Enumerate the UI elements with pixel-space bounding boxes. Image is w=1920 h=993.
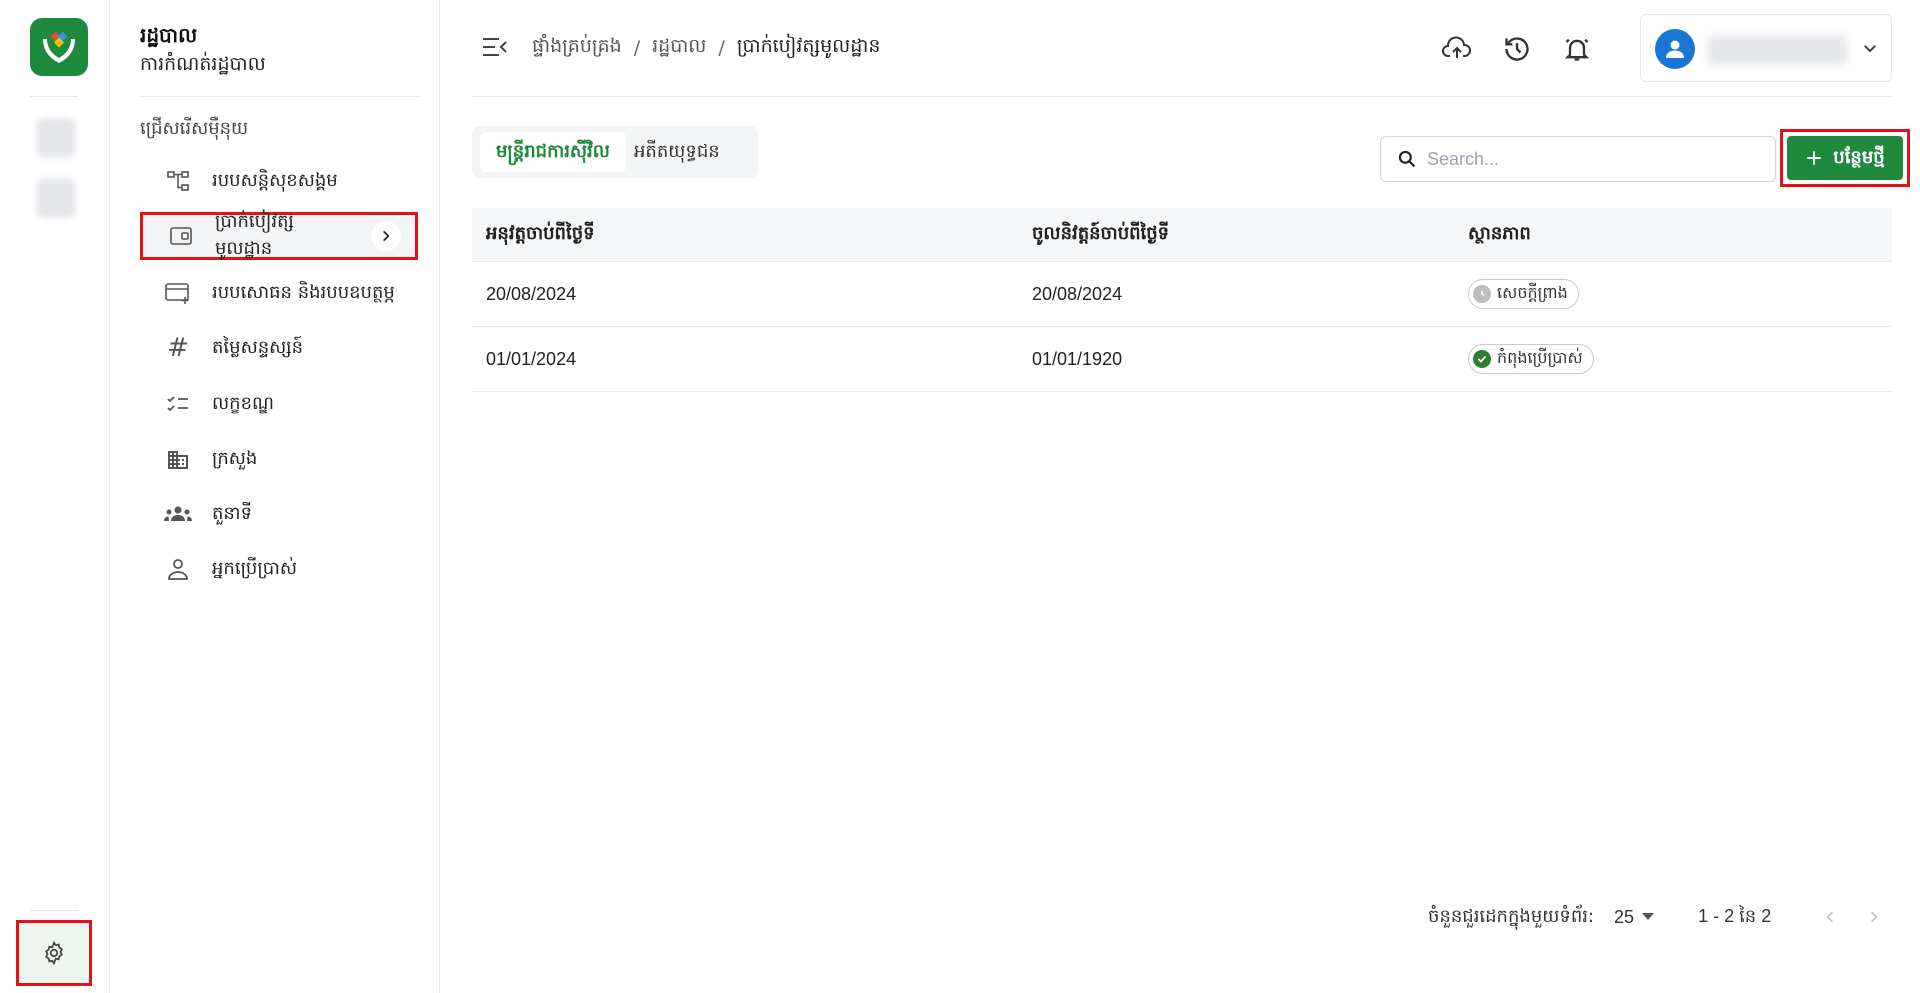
group-icon — [164, 500, 192, 528]
sidebar-item-index-value[interactable]: # តម្លៃសន្ទស្សន៍ — [140, 324, 418, 372]
prev-page-button[interactable] — [1815, 902, 1845, 932]
cell-retire-from: 01/01/1920 — [1032, 348, 1123, 369]
sidebar-item-label: លក្ខខណ្ឌ — [212, 392, 274, 414]
hierarchy-icon — [164, 167, 192, 195]
table-header: អនុវត្តចាប់ពីថ្ងៃទី ចូលនិវត្តន៍ចាប់ពីថ្ង… — [472, 208, 1892, 262]
status-label: សេចក្តីព្រាង — [1497, 283, 1568, 302]
rail-divider — [30, 96, 78, 97]
sidebar-item-social-security[interactable]: របបសន្តិសុខសង្គម — [140, 157, 418, 205]
wallet-icon — [167, 222, 195, 250]
cloud-upload-button[interactable] — [1442, 34, 1472, 64]
column-header-status[interactable]: ស្ថានភាព — [1468, 221, 1531, 248]
rail-item-blurred[interactable] — [36, 178, 76, 218]
table-row[interactable]: 01/01/2024 01/01/1920 កំពុងប្រើប្រាស់ — [472, 327, 1892, 392]
breadcrumb-current: ប្រាក់បៀវត្សមូលដ្ឋាន — [736, 35, 881, 57]
chevron-right-icon — [1871, 911, 1878, 923]
rail-item-blurred[interactable] — [36, 118, 76, 158]
pagination: ចំនួនជួរដេកក្នុងមួយទំព័រ: 25 1 - 2 នៃ 2 — [1428, 902, 1903, 932]
sidebar-item-label: របបសន្តិសុខសង្គម — [212, 169, 338, 191]
sidebar-item-label: តម្លៃសន្ទស្សន៍ — [212, 336, 304, 358]
tab-civil-servants[interactable]: មន្ត្រីរាជការស៊ីវិល — [480, 132, 626, 172]
breadcrumb-admin[interactable]: រដ្ឋបាល — [652, 34, 706, 62]
user-avatar-icon — [1666, 40, 1684, 58]
breadcrumb-separator: / — [633, 37, 641, 59]
status-badge: កំពុងប្រើប្រាស់ — [1468, 344, 1594, 374]
sidebar-item-conditions[interactable]: លក្ខខណ្ឌ — [140, 380, 418, 428]
app-rail — [0, 0, 110, 993]
sidebar-item-pension[interactable]: របបសោធន និងរបបឧបត្ថម្ភ — [140, 269, 418, 317]
menu-collapse-button[interactable] — [482, 36, 508, 58]
sidebar-title: រដ្ឋបាល — [140, 23, 198, 47]
top-header: ផ្ទាំងគ្រប់គ្រង / រដ្ឋបាល / ប្រាក់បៀវត្ស… — [472, 0, 1892, 97]
sidebar-item-label: របបសោធន និងរបបឧបត្ថម្ភ — [212, 281, 395, 303]
sidebar-item-users[interactable]: អ្នកប្រើប្រាស់ — [140, 545, 418, 593]
chevron-left-icon — [1826, 911, 1834, 923]
breadcrumb-separator: / — [718, 37, 725, 59]
cell-apply-from: 01/01/2024 — [486, 348, 577, 369]
search-input[interactable] — [1427, 148, 1747, 170]
settings-button[interactable] — [16, 920, 92, 986]
add-new-label: បន្ថែមថ្មី — [1833, 146, 1885, 168]
breadcrumb-dashboard[interactable]: ផ្ទាំងគ្រប់គ្រង — [532, 34, 622, 62]
tab-veterans[interactable]: អតីតយុទ្ធជន — [618, 132, 736, 172]
notifications-button[interactable] — [1562, 34, 1592, 64]
admin-sidebar: រដ្ឋបាល ការកំណត់រដ្ឋបាល ជ្រើសរើសម៉ឺនុយ រ… — [110, 0, 440, 993]
user-name-blurred — [1707, 35, 1847, 65]
sidebar-subtitle: ការកំណត់រដ្ឋបាល — [140, 53, 266, 75]
user-menu[interactable] — [1640, 14, 1892, 82]
checklist-icon — [164, 390, 192, 418]
rail-divider — [30, 910, 78, 911]
logo-hands-icon — [43, 31, 75, 63]
sidebar-item-label: តួនាទី — [212, 502, 252, 524]
add-new-button[interactable]: បន្ថែមថ្មី — [1787, 136, 1903, 180]
cell-apply-from: 20/08/2024 — [486, 283, 577, 304]
column-header-apply-from[interactable]: អនុវត្តចាប់ពីថ្ងៃទី — [486, 221, 595, 248]
cloud-upload-icon — [1442, 36, 1471, 58]
sidebar-item-roles[interactable]: តួនាទី — [140, 490, 418, 538]
salary-table: អនុវត្តចាប់ពីថ្ងៃទី ចូលនិវត្តន៍ចាប់ពីថ្ង… — [472, 208, 1892, 392]
menu-collapse-icon — [483, 38, 507, 56]
card-add-icon — [164, 279, 192, 307]
cell-retire-from: 20/08/2024 — [1032, 283, 1123, 304]
app-logo[interactable] — [30, 18, 88, 76]
gear-icon — [45, 940, 63, 966]
caret-down-icon — [1642, 913, 1655, 920]
history-button[interactable] — [1502, 34, 1532, 64]
add-button-highlight: បន្ថែមថ្មី — [1780, 129, 1910, 187]
sidebar-item-base-salary[interactable]: ប្រាក់បៀវត្សមូលដ្ឋាន — [140, 211, 418, 260]
search-box — [1380, 136, 1776, 182]
chevron-down-icon — [1861, 39, 1879, 62]
building-icon — [164, 445, 192, 473]
sidebar-item-label: ប្រាក់បៀវត្សមូលដ្ឋាន — [214, 211, 294, 259]
plus-icon — [1807, 151, 1822, 165]
sidebar-item-ministry[interactable]: ក្រសួង — [140, 435, 418, 483]
sidebar-item-label: ក្រសួង — [212, 447, 258, 469]
sidebar-menu-label: ជ្រើសរើសម៉ឺនុយ — [140, 118, 249, 139]
table-row[interactable]: 20/08/2024 20/08/2024 សេចក្តីព្រាង — [472, 262, 1892, 327]
check-circle-icon — [1473, 350, 1491, 368]
avatar — [1655, 29, 1695, 69]
page-range: 1 - 2 នៃ 2 — [1698, 905, 1772, 926]
next-page-button[interactable] — [1859, 902, 1889, 932]
sidebar-divider — [140, 96, 420, 97]
chevron-right-icon — [371, 221, 401, 251]
bell-icon — [1564, 38, 1590, 61]
search-icon — [1398, 150, 1416, 168]
breadcrumb: ផ្ទាំងគ្រប់គ្រង / រដ្ឋបាល / ប្រាក់បៀវត្ស… — [532, 34, 880, 62]
rows-per-page-value: 25 — [1614, 906, 1635, 927]
status-badge: សេចក្តីព្រាង — [1468, 279, 1579, 309]
clock-icon — [1473, 285, 1491, 303]
person-icon — [164, 555, 192, 583]
sidebar-item-label: អ្នកប្រើប្រាស់ — [212, 557, 297, 579]
rows-per-page-label: ចំនួនជួរដេកក្នុងមួយទំព័រ: — [1428, 905, 1595, 927]
column-header-retire-from[interactable]: ចូលនិវត្តន៍ចាប់ពីថ្ងៃទី — [1032, 221, 1169, 248]
hash-icon: # — [167, 333, 189, 363]
rows-per-page-select[interactable]: 25 — [1614, 906, 1655, 928]
history-icon — [1505, 37, 1529, 61]
category-tabs: មន្ត្រីរាជការស៊ីវិល អតីតយុទ្ធជន — [472, 126, 758, 178]
status-label: កំពុងប្រើប្រាស់ — [1497, 348, 1583, 367]
